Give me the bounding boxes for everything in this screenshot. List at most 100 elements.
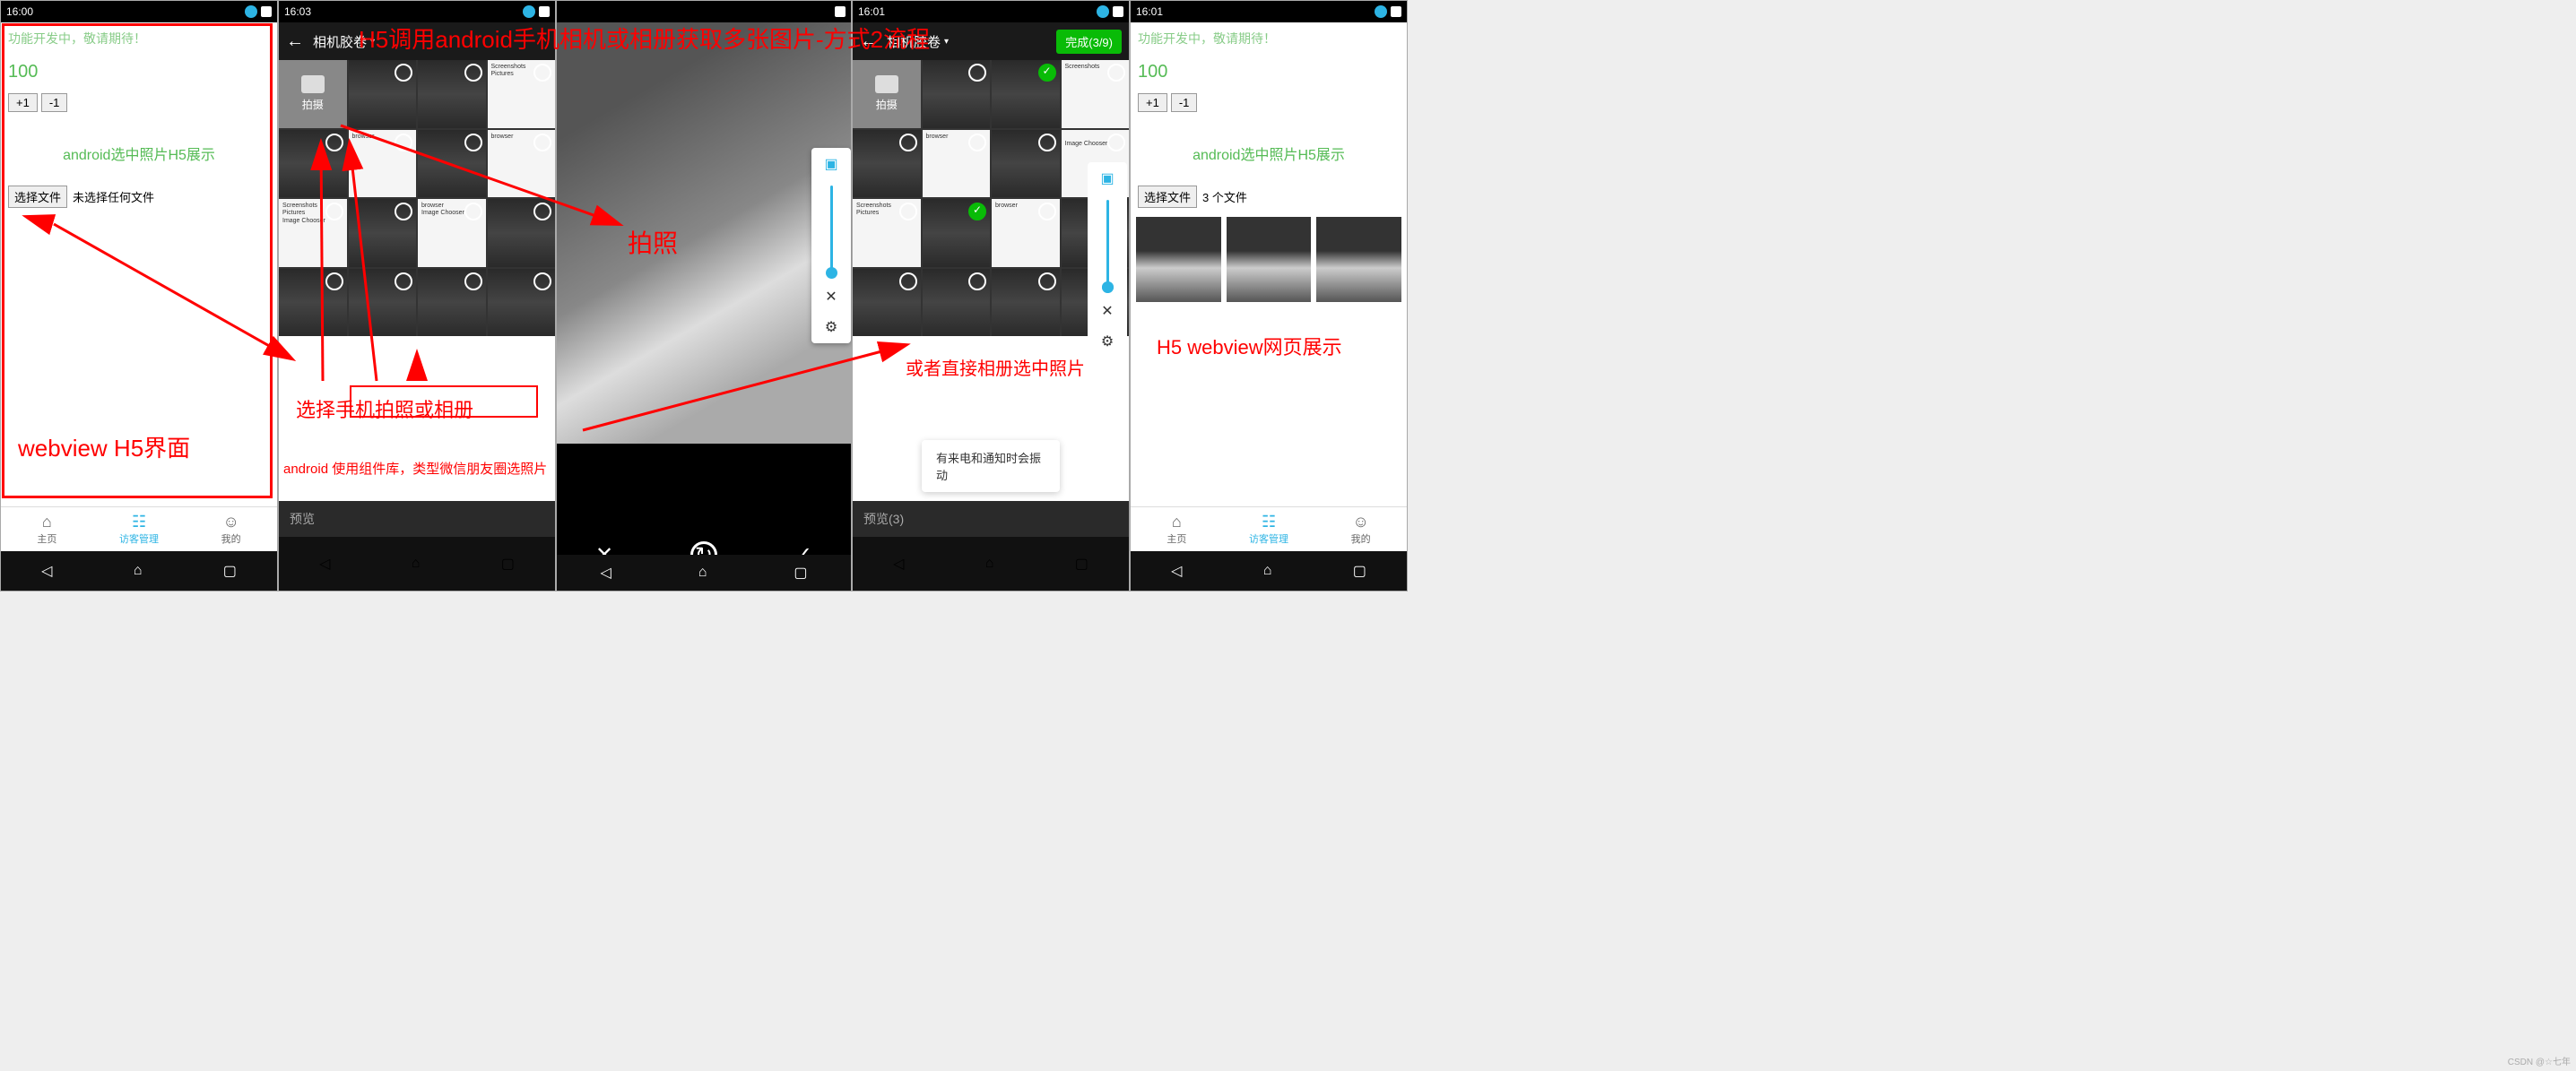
android-nav: ◁⌂▢ xyxy=(1131,551,1407,591)
preview-button[interactable]: 预览 xyxy=(290,510,315,528)
status-bar: 16:01 xyxy=(853,1,1129,22)
status-time: 16:01 xyxy=(1136,5,1163,18)
recent-icon[interactable]: ▢ xyxy=(223,562,237,580)
plus-button[interactable]: +1 xyxy=(8,93,38,112)
picker-footer: 预览 xyxy=(279,501,555,537)
tab-home[interactable]: ⌂主页 xyxy=(1131,507,1223,551)
done-button[interactable]: 完成(3/9) xyxy=(1056,30,1122,54)
mute-icon[interactable]: ✕ xyxy=(822,288,840,306)
photo-tile[interactable]: browser xyxy=(992,199,1060,267)
photo-tile[interactable]: ScreenshotsPictures xyxy=(853,199,921,267)
choose-file-button[interactable]: 选择文件 xyxy=(1138,186,1197,208)
photo-tile[interactable]: browser xyxy=(923,130,991,198)
android-nav: ◁ ⌂ ▢ xyxy=(279,537,555,591)
photo-tile[interactable] xyxy=(992,130,1060,198)
status-time: 16:03 xyxy=(284,5,311,18)
choose-file-button[interactable]: 选择文件 xyxy=(8,186,67,208)
chevron-down-icon[interactable]: ▾ xyxy=(944,37,949,47)
minus-button[interactable]: -1 xyxy=(41,93,68,112)
camera-tile[interactable]: 拍摄 xyxy=(279,60,347,128)
annot-gallery: 或者直接相册选中照片 xyxy=(906,354,1085,380)
tutorial-stage: 16:00 功能开发中，敬请期待！ 100 +1 -1 android选中照片H… xyxy=(0,0,2576,1071)
vibrate-toast: 有来电和通知时会振动 xyxy=(922,440,1060,492)
home-icon[interactable]: ⌂ xyxy=(134,563,143,579)
android-nav: ◁⌂▢ xyxy=(557,555,851,591)
minus-button[interactable]: -1 xyxy=(1171,93,1198,112)
zoom-track[interactable] xyxy=(830,186,833,275)
android-nav: ◁ ⌂ ▢ xyxy=(1,551,277,591)
tab-mine[interactable]: ☺我的 xyxy=(185,507,277,551)
photo-tile[interactable] xyxy=(853,269,921,337)
file-status: 未选择任何文件 xyxy=(73,188,154,205)
status-bar: 16:03 xyxy=(279,1,555,22)
panel-webview-result: 16:01 功能开发中，敬请期待！ 100 +1 -1 android选中照片H… xyxy=(1130,0,1408,592)
android-nav: ◁⌂▢ xyxy=(853,537,1129,591)
photo-tile[interactable]: browser xyxy=(488,130,556,198)
result-photo xyxy=(1227,217,1312,302)
photo-tile[interactable] xyxy=(923,60,991,128)
photo-tile[interactable] xyxy=(992,60,1060,128)
result-photo xyxy=(1316,217,1401,302)
status-time: 16:00 xyxy=(6,5,33,18)
annot-lib: android 使用组件库，类型微信朋友圈选照片 xyxy=(283,459,547,478)
tab-guest[interactable]: ☷访客管理 xyxy=(93,507,186,551)
status-bar: 16:01 xyxy=(1131,1,1407,22)
photo-tile[interactable] xyxy=(923,269,991,337)
photo-tile[interactable] xyxy=(488,199,556,267)
section-title: android选中照片H5展示 xyxy=(1,116,277,182)
photo-tile[interactable] xyxy=(488,269,556,337)
panel-picker-unselected: 16:03 ← 相机胶卷 ▾ 拍摄 ScreenshotsPictures br… xyxy=(278,0,556,592)
photo-tile[interactable] xyxy=(992,269,1060,337)
camera-slider[interactable]: ▣ ✕ ⚙ xyxy=(811,148,851,343)
photo-tile[interactable] xyxy=(923,199,991,267)
tab-home[interactable]: ⌂主页 xyxy=(1,507,93,551)
vibrate-icon[interactable]: ▣ xyxy=(822,155,840,173)
result-photos xyxy=(1131,212,1407,307)
photo-tile[interactable]: browserImage Chooser xyxy=(418,199,486,267)
watermark: CSDN @☆七年 xyxy=(2508,1054,2571,1067)
photo-tile[interactable] xyxy=(853,130,921,198)
panel-camera: ▣ ✕ ⚙ ✕ ↻ ✓ ◁⌂▢ xyxy=(556,0,852,592)
dev-text: 功能开发中，敬请期待！ xyxy=(1,22,277,55)
photo-tile[interactable] xyxy=(349,269,417,337)
settings-icon[interactable]: ⚙ xyxy=(822,318,840,336)
annot-webview: webview H5界面 xyxy=(18,430,190,463)
photo-tile[interactable] xyxy=(418,269,486,337)
bottom-tabs: ⌂主页 ☷访客管理 ☺我的 xyxy=(1,506,277,551)
back-icon[interactable]: ◁ xyxy=(41,562,52,580)
tab-mine[interactable]: ☺我的 xyxy=(1314,507,1407,551)
bottom-tabs: ⌂主页 ☷访客管理 ☺我的 xyxy=(1131,506,1407,551)
annot-h5show: H5 webview网页展示 xyxy=(1157,332,1342,360)
camera-tile[interactable]: 拍摄 xyxy=(853,60,921,128)
counter-value: 100 xyxy=(1,55,277,90)
photo-tile[interactable] xyxy=(349,199,417,267)
result-photo xyxy=(1136,217,1221,302)
back-icon[interactable]: ◁ xyxy=(319,555,330,573)
file-status: 3 个文件 xyxy=(1202,188,1247,205)
photo-grid: 拍摄 ScreenshotsPictures browser browser S… xyxy=(279,60,555,336)
photo-tile[interactable]: browser xyxy=(349,130,417,198)
plus-button[interactable]: +1 xyxy=(1138,93,1167,112)
home-icon[interactable]: ⌂ xyxy=(412,556,421,572)
recent-icon[interactable]: ▢ xyxy=(501,555,515,573)
dev-text: 功能开发中，敬请期待！ xyxy=(1131,22,1407,55)
annot-choose: 选择手机拍照或相册 xyxy=(296,394,473,423)
camera-slider[interactable]: ▣ ✕ ⚙ xyxy=(1088,162,1127,358)
photo-tile[interactable]: ScreenshotsPictures xyxy=(488,60,556,128)
photo-tile[interactable] xyxy=(279,269,347,337)
section-title: android选中照片H5展示 xyxy=(1131,116,1407,182)
photo-tile[interactable]: ScreenshotsPicturesImage Chooser xyxy=(279,199,347,267)
photo-tile[interactable] xyxy=(418,130,486,198)
annot-photo: 拍照 xyxy=(628,224,678,260)
tab-guest[interactable]: ☷访客管理 xyxy=(1223,507,1315,551)
panel-picker-selected: 16:01 ← 相机胶卷 ▾ 完成(3/9) 拍摄 Screenshots br… xyxy=(852,0,1130,592)
photo-tile[interactable]: Screenshots xyxy=(1062,60,1130,128)
photo-tile[interactable] xyxy=(418,60,486,128)
photo-tile[interactable] xyxy=(349,60,417,128)
status-bar: 16:00 xyxy=(1,1,277,22)
picker-footer: 预览(3) xyxy=(853,501,1129,537)
back-icon[interactable]: ← xyxy=(286,31,304,52)
preview-button[interactable]: 预览(3) xyxy=(863,510,904,528)
photo-tile[interactable] xyxy=(279,130,347,198)
counter-value: 100 xyxy=(1131,55,1407,90)
